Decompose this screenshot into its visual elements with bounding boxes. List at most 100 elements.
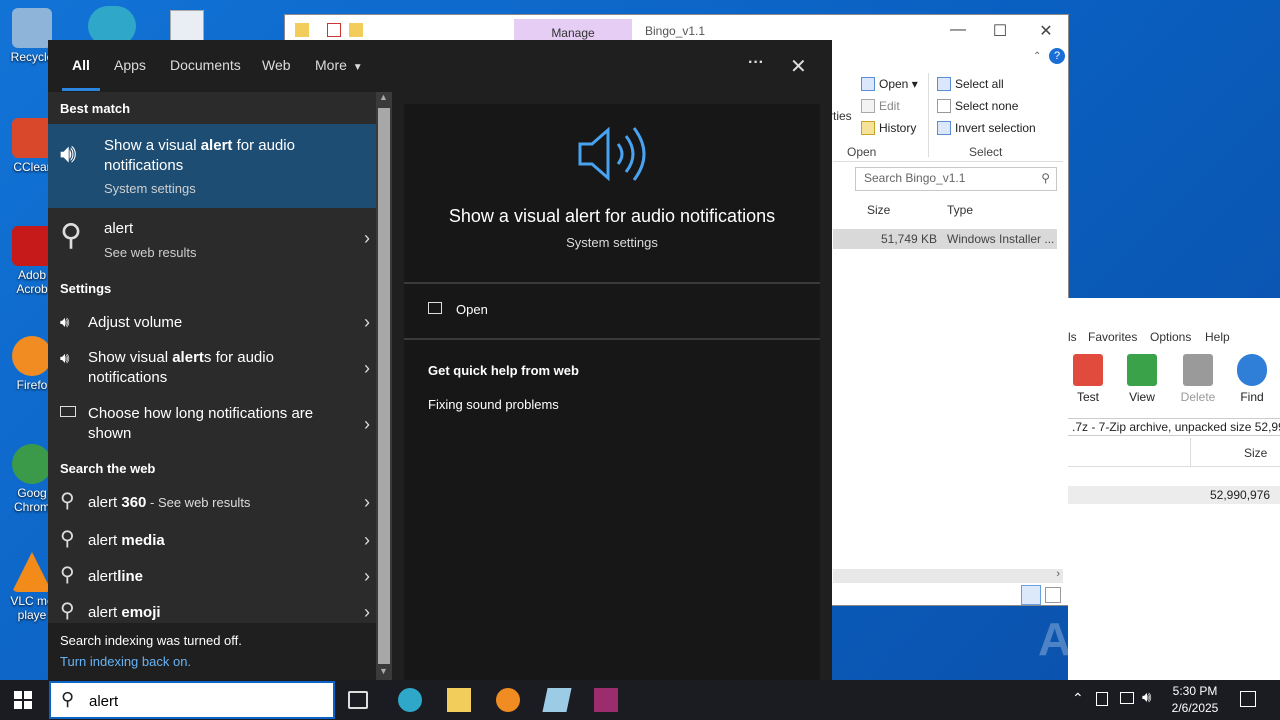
search-input[interactable]: Search Bingo_v1.1 ⚲ (855, 167, 1057, 191)
help-link[interactable]: Fixing sound problems (428, 397, 559, 412)
open-external-icon (428, 302, 442, 314)
header-border (1068, 466, 1280, 467)
delete-button[interactable]: Delete (1178, 354, 1218, 404)
search-placeholder: Search Bingo_v1.1 (864, 171, 966, 185)
preview-title: Show a visual alert for audio notificati… (448, 206, 776, 226)
ribbon: rties Open ▾ Edit History Open Select al… (829, 73, 1053, 161)
column-header-size[interactable]: Size (867, 203, 890, 217)
file-row[interactable]: 51,749 KB Windows Installer ... (833, 229, 1057, 249)
large-icons-view-icon[interactable] (1045, 587, 1061, 603)
indexing-off-text: Search indexing was turned off. (60, 633, 242, 648)
web-item-title: alert (104, 220, 134, 237)
chevron-right-icon: › (364, 566, 370, 586)
options-button[interactable]: ··· (748, 54, 764, 72)
task-view-icon[interactable] (348, 691, 368, 709)
volume-icon[interactable]: 🔊︎ (1142, 689, 1151, 706)
monitor-icon (60, 406, 76, 417)
invert-selection-button[interactable]: Invert selection (937, 121, 1036, 135)
settings-item-label: Show visual alerts for audio notificatio… (88, 349, 274, 386)
maximize-button[interactable]: ☐ (985, 21, 1015, 41)
notepad-icon[interactable] (542, 688, 572, 712)
history-button[interactable]: History (861, 121, 916, 135)
close-icon[interactable]: ✕ (790, 54, 807, 79)
magnifier-icon (1237, 354, 1267, 386)
search-icon: ⚲ (60, 219, 82, 252)
clock-time[interactable]: 5:30 PM (1170, 684, 1220, 698)
winrar-icon[interactable] (594, 688, 618, 712)
menu-help[interactable]: Help (1205, 330, 1230, 344)
close-button[interactable]: ✕ (1031, 21, 1061, 41)
tab-documents[interactable]: Documents (170, 57, 241, 73)
chevron-right-icon: › (364, 312, 370, 332)
test-button[interactable]: Test (1068, 354, 1108, 404)
turn-indexing-on-link[interactable]: Turn indexing back on. (60, 654, 191, 669)
tab-all[interactable]: All (72, 57, 90, 73)
invert-selection-label: Invert selection (955, 121, 1036, 135)
select-none-button[interactable]: Select none (937, 99, 1018, 113)
clock-date[interactable]: 2/6/2025 (1168, 701, 1222, 715)
checkbox-icon[interactable] (327, 23, 341, 37)
details-view-icon[interactable] (1021, 585, 1041, 605)
scroll-right-icon[interactable]: › (1056, 568, 1060, 580)
menu-partial[interactable]: ls (1068, 330, 1077, 344)
select-none-icon (937, 99, 951, 113)
start-search-panel: All Apps Documents Web More ▼ ··· ✕ Best… (48, 40, 832, 680)
scrollbar-thumb[interactable] (378, 108, 390, 664)
ribbon-divider (928, 73, 929, 157)
web-result-item[interactable]: ⚲ alert 360 - See web results › (48, 484, 376, 520)
list-row[interactable]: 52,990,976 (1068, 486, 1280, 504)
firefox-icon[interactable] (496, 688, 520, 712)
settings-item-adjust-volume[interactable]: 🔊︎ Adjust volume › (48, 306, 376, 340)
chrome-icon (12, 444, 52, 484)
menu-favorites[interactable]: Favorites (1088, 330, 1137, 344)
view-label: View (1129, 390, 1155, 404)
edit-button[interactable]: Edit (861, 99, 900, 113)
edge-icon[interactable] (398, 688, 422, 712)
search-icon: ⚲ (60, 528, 75, 550)
properties-partial[interactable]: rties (829, 109, 852, 123)
taskbar-search-box[interactable]: ⚲ alert (49, 681, 335, 719)
select-all-button[interactable]: Select all (937, 77, 1004, 91)
web-result-item[interactable]: ⚲ alert media › (48, 522, 376, 558)
scroll-down-icon[interactable]: ▼ (379, 666, 388, 676)
notifications-icon[interactable] (1240, 691, 1256, 707)
web-result-item[interactable]: ⚲ alertline › (48, 558, 376, 594)
indexing-notice: Search indexing was turned off. Turn ind… (48, 623, 376, 680)
view-button[interactable]: View (1122, 354, 1162, 404)
open-button[interactable]: Open ▾ (861, 77, 918, 91)
scroll-up-icon[interactable]: ▲ (379, 92, 388, 102)
tab-apps[interactable]: Apps (114, 57, 146, 73)
horizontal-scrollbar[interactable]: › (833, 568, 1063, 583)
find-button[interactable]: Find (1232, 354, 1272, 404)
tab-more[interactable]: More ▼ (315, 57, 363, 73)
acrobat-icon (12, 226, 52, 266)
test-label: Test (1076, 390, 1099, 404)
column-header-size[interactable]: Size (1244, 446, 1267, 460)
chevron-up-icon[interactable]: ⌃ (1072, 690, 1084, 707)
chevron-up-icon[interactable]: ⌃ (1033, 51, 1041, 62)
web-search-item[interactable]: ⚲ alert See web results › (48, 208, 376, 268)
column-header-type[interactable]: Type (947, 203, 973, 217)
minimize-button[interactable]: — (943, 21, 973, 39)
windows-start-icon[interactable] (14, 691, 32, 709)
help-icon[interactable]: ? (1049, 48, 1065, 64)
settings-item-notification-duration[interactable]: Choose how long notifications are shown … (48, 400, 376, 452)
speaker-icon: 🔊︎ (60, 314, 70, 331)
edit-label: Edit (879, 99, 900, 113)
network-icon[interactable] (1120, 692, 1134, 704)
open-action[interactable]: Open (404, 290, 820, 338)
menu-options[interactable]: Options (1150, 330, 1191, 344)
tab-web[interactable]: Web (262, 57, 291, 73)
settings-item-visual-alerts[interactable]: 🔊︎ Show visual alerts for audio notifica… (48, 344, 376, 396)
file-explorer-icon[interactable] (447, 688, 471, 712)
speaker-icon (574, 122, 654, 186)
usb-icon[interactable] (1096, 692, 1108, 706)
desktop-icon-label: Firefo (16, 378, 48, 392)
best-match-item[interactable]: 🔊︎ Show a visual alert for audio notific… (48, 124, 376, 208)
folder-icon[interactable] (349, 23, 363, 37)
file-desktop-icon[interactable] (170, 10, 204, 44)
search-icon: ⚲ (60, 600, 75, 622)
find-label: Find (1240, 390, 1264, 404)
results-scrollbar[interactable]: ▲ ▼ (376, 92, 392, 680)
web-header: Search the web (60, 461, 156, 476)
